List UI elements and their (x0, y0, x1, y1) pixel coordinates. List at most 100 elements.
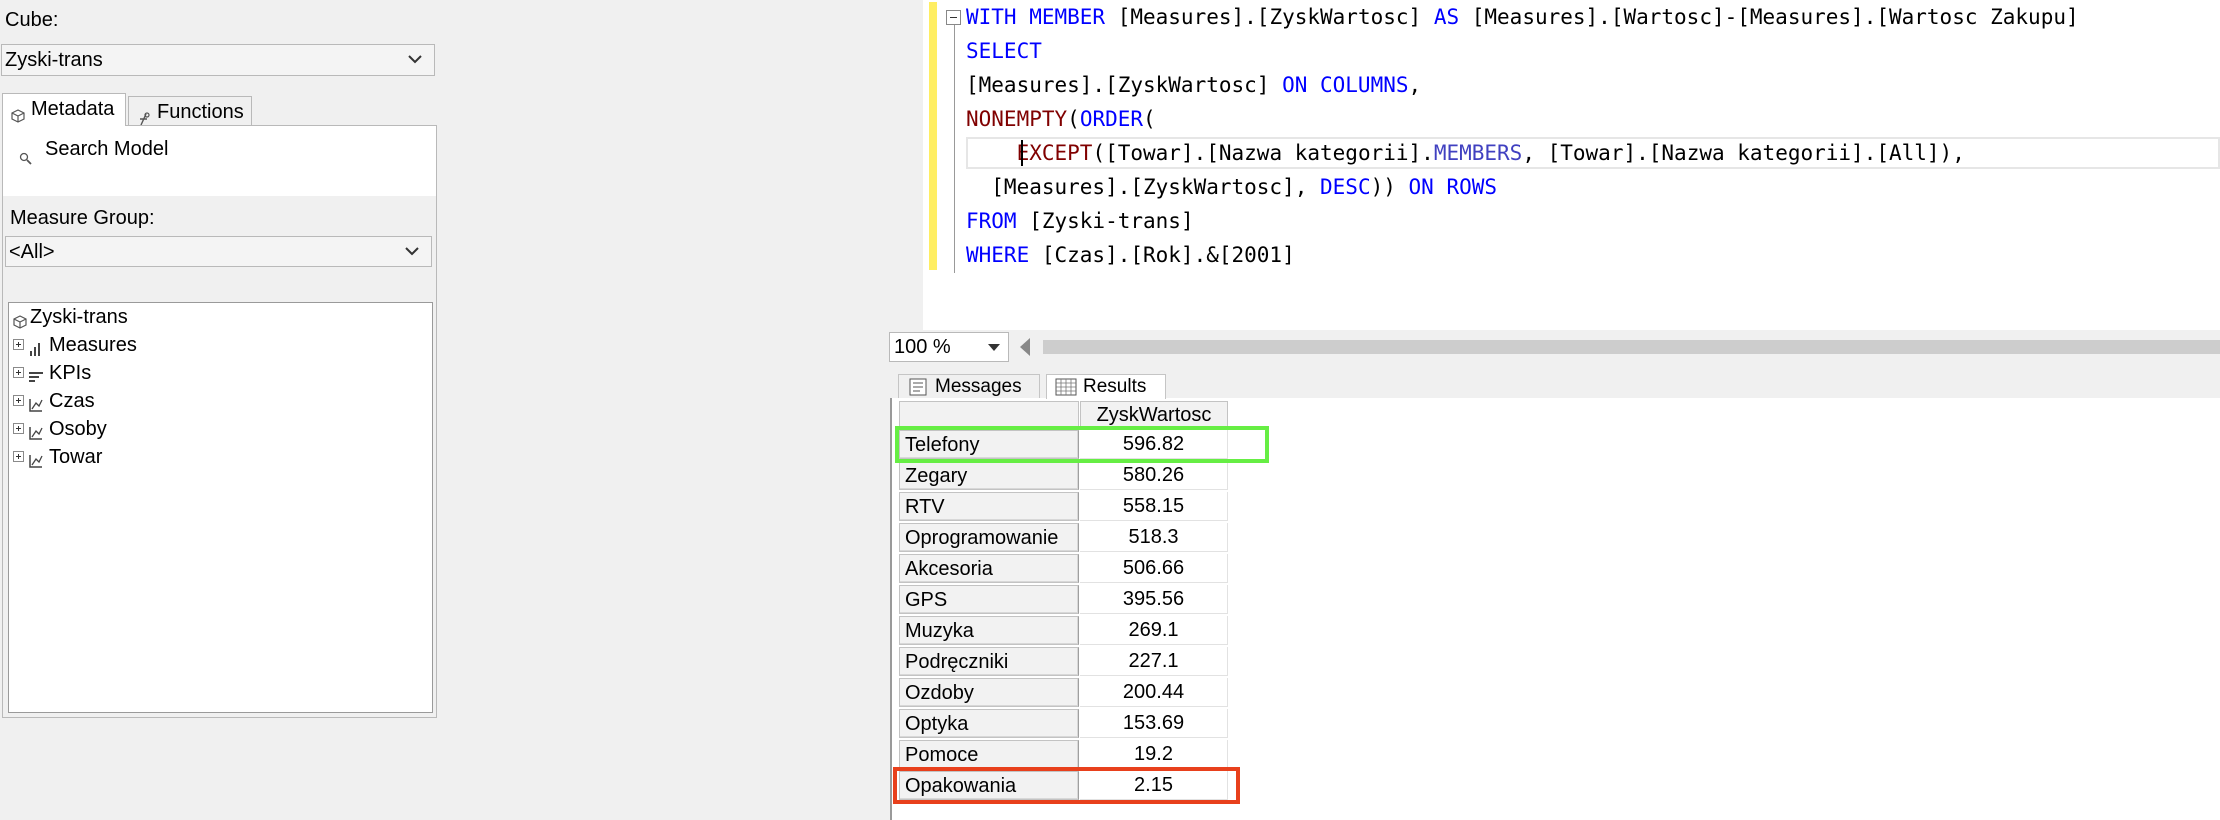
code-token: [Czas].[Rok].&[2001] (1029, 243, 1295, 267)
column-header[interactable]: ZyskWartosc (1080, 401, 1228, 429)
code-token: [Measures].[ZyskWartosc] (966, 73, 1283, 97)
tab-results-label: Results (1083, 376, 1147, 397)
cube-select[interactable]: Zyski-trans (1, 44, 435, 76)
value-cell[interactable]: 518.3 (1080, 523, 1228, 552)
value-cell[interactable]: 153.69 (1080, 709, 1228, 738)
collapse-icon[interactable] (946, 10, 961, 25)
row-header[interactable]: Telefony (899, 430, 1079, 459)
code-line[interactable]: NONEMPTY(ORDER( (966, 102, 1156, 136)
row-header[interactable]: Oprogramowanie (899, 523, 1079, 552)
code-token: NONEMPTY (966, 107, 1068, 131)
expand-icon[interactable] (13, 367, 24, 378)
value-cell[interactable]: 558.15 (1080, 492, 1228, 521)
expand-icon[interactable] (13, 395, 24, 406)
chevron-down-icon (405, 237, 421, 267)
code-token: ORDER (1079, 107, 1144, 131)
horizontal-scrollbar[interactable] (1043, 340, 2220, 354)
code-token: ([Towar].[Nazwa kategorii]. (1092, 141, 1434, 165)
code-line[interactable]: SELECT (966, 34, 1042, 68)
tree-item-label: Towar (49, 446, 103, 468)
code-token: DESC (1320, 175, 1371, 199)
dimension-icon (28, 393, 44, 412)
code-line[interactable]: EXCEPT([Towar].[Nazwa kategorii].MEMBERS… (966, 136, 1965, 170)
search-area[interactable]: Search Model (3, 126, 436, 196)
row-header[interactable]: GPS (899, 585, 1079, 614)
tab-metadata[interactable]: Metadata (2, 93, 126, 126)
value-cell[interactable]: 580.26 (1080, 461, 1228, 490)
value-cell[interactable]: 200.44 (1080, 678, 1228, 707)
search-icon (19, 152, 33, 166)
tab-messages-label: Messages (935, 376, 1022, 397)
code-line[interactable]: [Measures].[ZyskWartosc], DESC)) ON ROWS (966, 170, 1497, 204)
code-token: ( (1067, 107, 1080, 131)
chevron-down-icon (408, 45, 424, 75)
outline-line (954, 25, 955, 273)
tree-item-label: Measures (49, 334, 137, 356)
row-header[interactable]: Akcesoria (899, 554, 1079, 583)
code-line[interactable]: [Measures].[ZyskWartosc] ON COLUMNS, (966, 68, 1421, 102)
code-line[interactable]: FROM [Zyski-trans] (966, 204, 1194, 238)
tab-messages[interactable]: Messages (898, 374, 1040, 398)
code-token: WHERE (966, 243, 1030, 267)
measure-group-label: Measure Group: (10, 207, 155, 229)
measures-icon (28, 337, 44, 356)
row-header[interactable]: Podręczniki (899, 647, 1079, 676)
tab-results[interactable]: Results (1046, 374, 1166, 399)
zoom-select[interactable]: 100 % (889, 332, 1009, 362)
code-token: , (1408, 73, 1422, 97)
value-cell[interactable]: 596.82 (1080, 430, 1228, 459)
tab-functions-label: Functions (157, 101, 244, 123)
code-token: ( (1143, 107, 1156, 131)
panel-splitter[interactable] (440, 0, 890, 820)
code-token: ON ROWS (1408, 175, 1498, 199)
cube-select-value: Zyski-trans (5, 49, 103, 71)
value-cell[interactable]: 19.2 (1080, 740, 1228, 769)
grid-icon (1055, 378, 1077, 396)
row-header[interactable]: Zegary (899, 461, 1079, 490)
value-cell[interactable]: 395.56 (1080, 585, 1228, 614)
code-token: [Measures].[ZyskWartosc] (1105, 5, 1434, 29)
code-token: EXCEPT (1016, 141, 1093, 165)
code-token: MEMBERS (1433, 141, 1523, 165)
code-token: [Measures].[ZyskWartosc], (966, 175, 1321, 199)
measure-group-select[interactable]: <All> (5, 236, 432, 267)
row-header[interactable]: RTV (899, 492, 1079, 521)
tab-functions[interactable]: Functions (128, 96, 252, 126)
tab-metadata-label: Metadata (31, 98, 115, 120)
row-header[interactable]: Optyka (899, 709, 1079, 738)
zoom-value: 100 % (894, 336, 951, 358)
text-caret (1021, 140, 1023, 166)
code-token: [Zyski-trans] (1016, 209, 1194, 233)
value-cell[interactable]: 506.66 (1080, 554, 1228, 583)
metadata-tree: Zyski-trans Measures KPIs Czas Osoby Tow… (8, 302, 433, 713)
row-header[interactable]: Pomoce (899, 740, 1079, 769)
code-line[interactable]: WHERE [Czas].[Rok].&[2001] (966, 238, 1295, 272)
row-header[interactable]: Muzyka (899, 616, 1079, 645)
code-token: SELECT (966, 39, 1042, 63)
cube-icon (11, 102, 25, 123)
row-header[interactable]: Ozdoby (899, 678, 1079, 707)
code-token: FROM (966, 209, 1017, 233)
metadata-panel: Cube: Zyski-trans Metadata Functions Sea… (0, 0, 440, 820)
kpi-icon (28, 365, 44, 382)
tree-item-label: Czas (49, 390, 95, 412)
code-line[interactable]: WITH MEMBER [Measures].[ZyskWartosc] AS … (966, 0, 2079, 34)
messages-icon (907, 378, 929, 396)
chevron-down-icon (988, 344, 1000, 351)
function-icon (137, 105, 151, 126)
tree-item-label: Osoby (49, 418, 107, 440)
scroll-left-arrow-icon[interactable] (1020, 338, 1030, 356)
tree-item-label: KPIs (49, 362, 92, 384)
value-cell[interactable]: 227.1 (1080, 647, 1228, 676)
expand-icon[interactable] (13, 451, 24, 462)
grid-corner-header[interactable] (899, 401, 1079, 429)
value-cell[interactable]: 269.1 (1080, 616, 1228, 645)
value-cell[interactable]: 2.15 (1080, 771, 1228, 800)
expand-icon[interactable] (13, 339, 24, 350)
cube-label: Cube: (5, 9, 59, 31)
row-header[interactable]: Opakowania (899, 771, 1079, 800)
change-marker (929, 2, 937, 270)
expand-icon[interactable] (13, 423, 24, 434)
search-model-label[interactable]: Search Model (45, 138, 168, 161)
